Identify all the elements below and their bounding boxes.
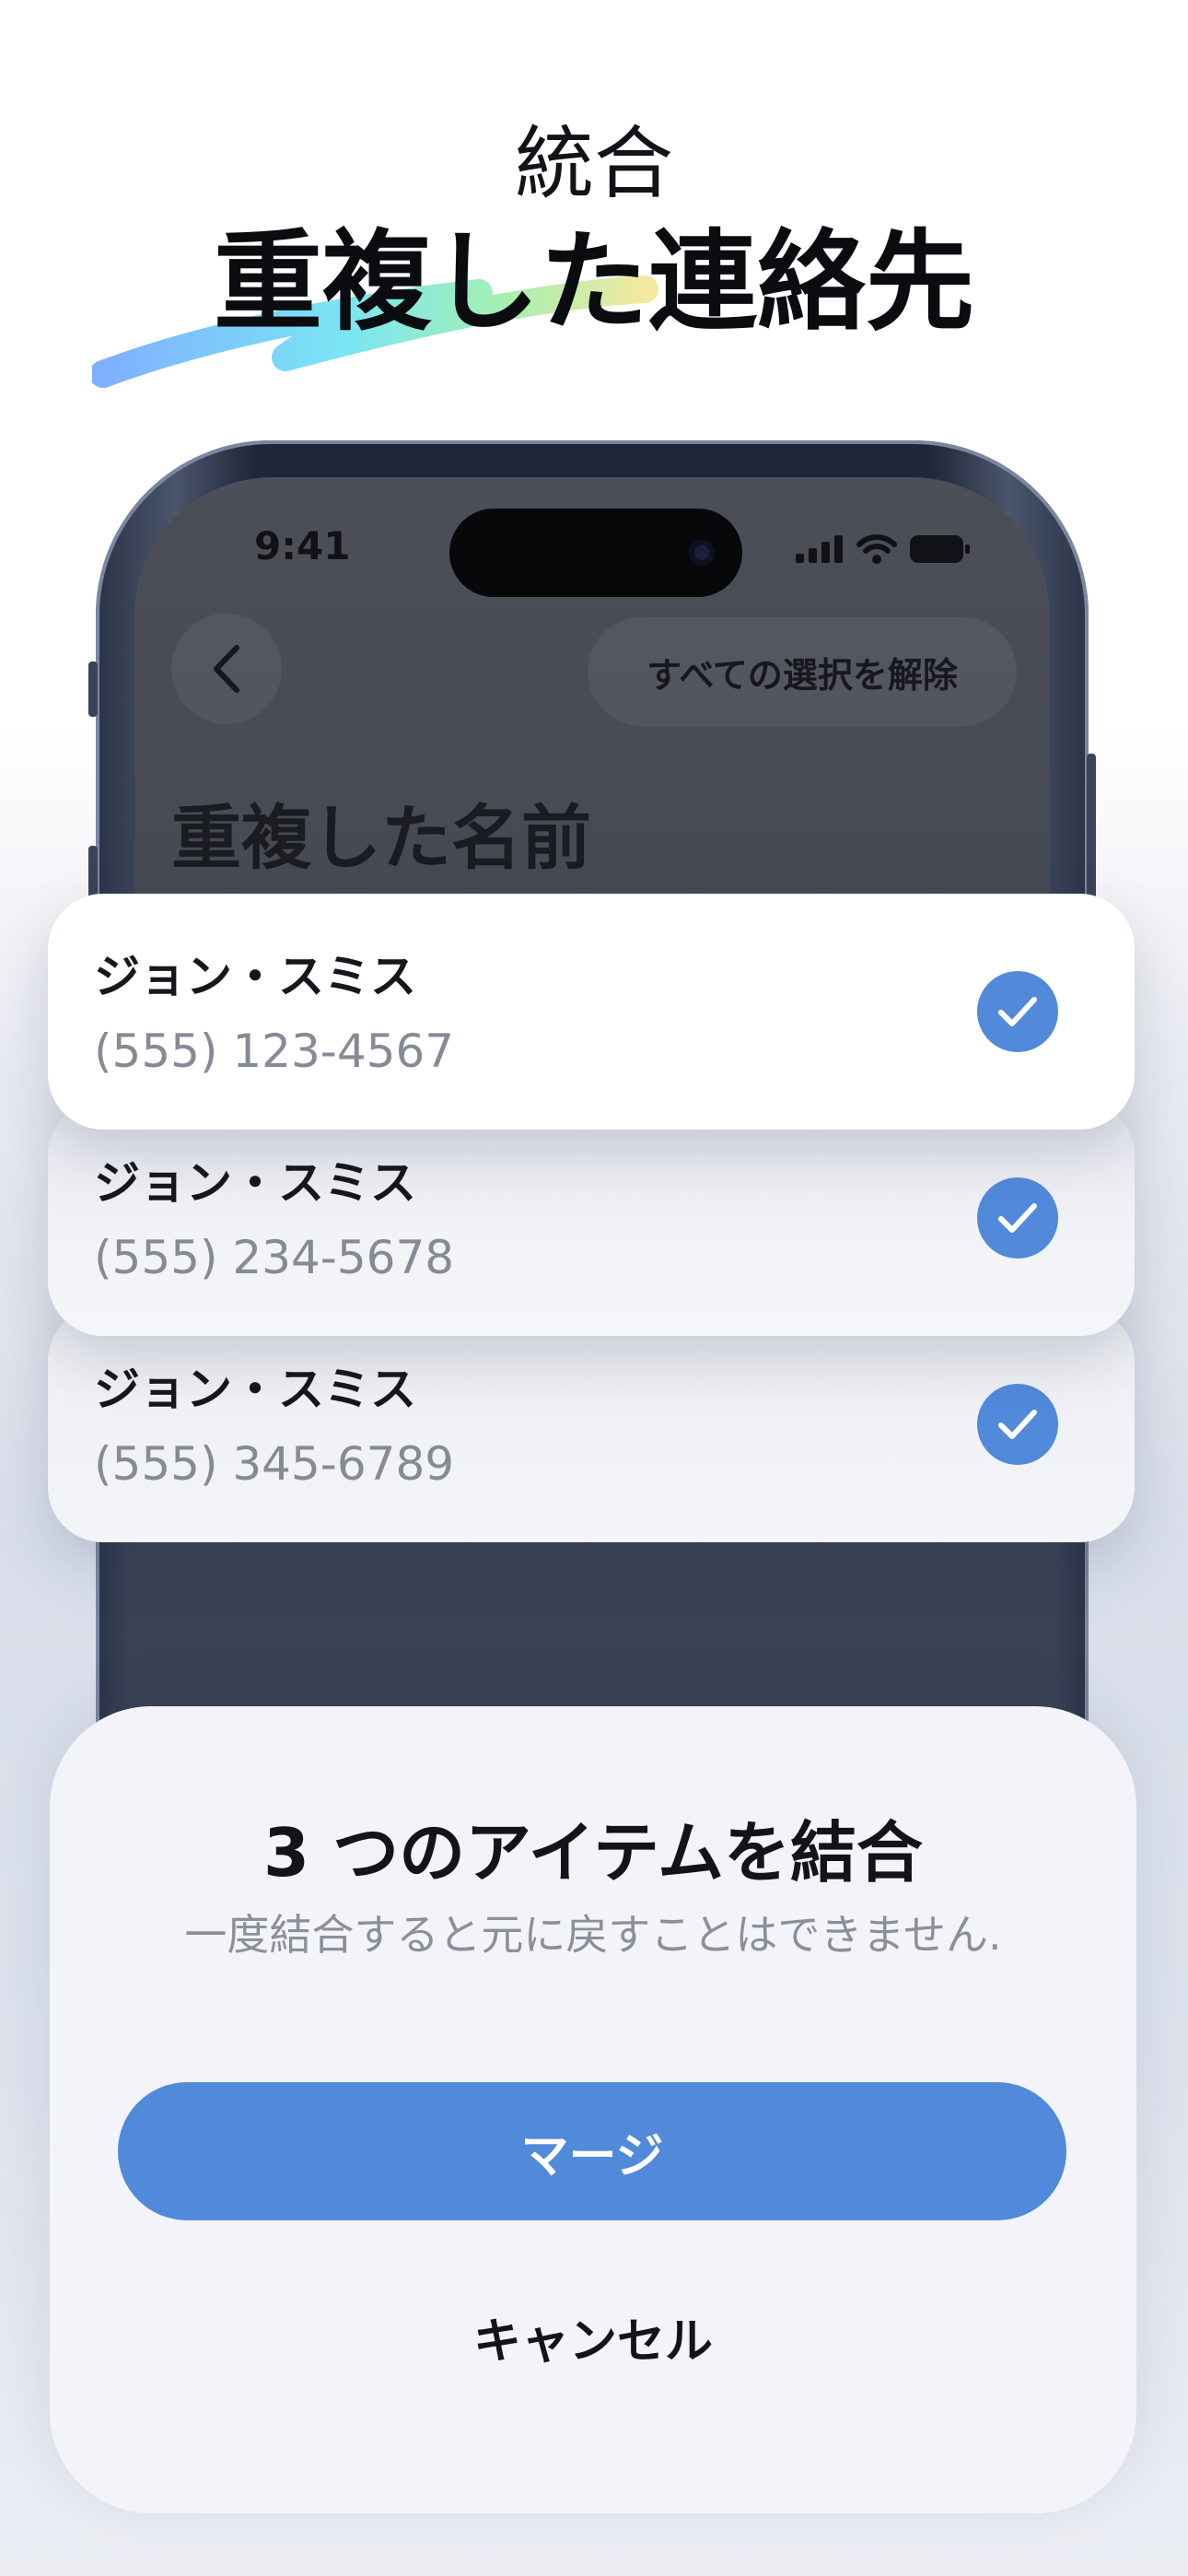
checkmark-icon [998, 1410, 1037, 1439]
merge-button[interactable]: マージ [118, 2082, 1066, 2220]
front-camera [689, 540, 715, 566]
checkmark-icon [998, 1203, 1037, 1233]
contact-phone: (555) 123-4567 [94, 1025, 455, 1078]
status-time: 9:41 [254, 523, 351, 568]
headline-eyebrow: 統合 [515, 118, 673, 210]
contact-phone: (555) 234-5678 [94, 1231, 455, 1284]
status-icons [796, 534, 971, 564]
contact-name: ジョン・スミス [94, 1363, 416, 1416]
phone-side-button [88, 662, 98, 717]
contact-card[interactable]: ジョン・スミス (555) 123-4567 [48, 894, 1135, 1130]
headline-title: 重複した連絡先 [213, 218, 974, 345]
battery-icon [910, 535, 970, 563]
screen-title: 重複した名前 [171, 797, 591, 879]
selected-checkbox[interactable] [977, 971, 1058, 1052]
cancel-button[interactable]: キャンセル [363, 2290, 823, 2383]
back-button[interactable] [171, 614, 282, 724]
sheet-subtitle: 一度結合すると元に戻すことはできません. [184, 1910, 1002, 1960]
checkmark-icon [998, 997, 1037, 1026]
contact-phone: (555) 345-6789 [94, 1437, 455, 1491]
contact-name: ジョン・スミス [94, 950, 416, 1003]
wifi-icon [856, 534, 897, 564]
back-chevron-icon [214, 645, 239, 693]
contact-name: ジョン・スミス [94, 1156, 416, 1210]
signal-icon [796, 535, 843, 563]
contact-card[interactable]: ジョン・スミス (555) 234-5678 [48, 1100, 1135, 1336]
deselect-all-button[interactable]: すべての選択を解除 [588, 617, 1017, 726]
sheet-title: 3 つのアイテムを結合 [263, 1814, 923, 1891]
selected-checkbox[interactable] [977, 1384, 1058, 1465]
merge-bottom-sheet: 3 つのアイテムを結合 一度結合すると元に戻すことはできません. マージ キャン… [50, 1706, 1136, 2513]
selected-checkbox[interactable] [977, 1177, 1058, 1259]
contact-card[interactable]: ジョン・スミス (555) 345-6789 [48, 1306, 1135, 1542]
dynamic-island [449, 509, 742, 597]
promo-headline: 統合 重複した連絡先 [0, 0, 1188, 405]
